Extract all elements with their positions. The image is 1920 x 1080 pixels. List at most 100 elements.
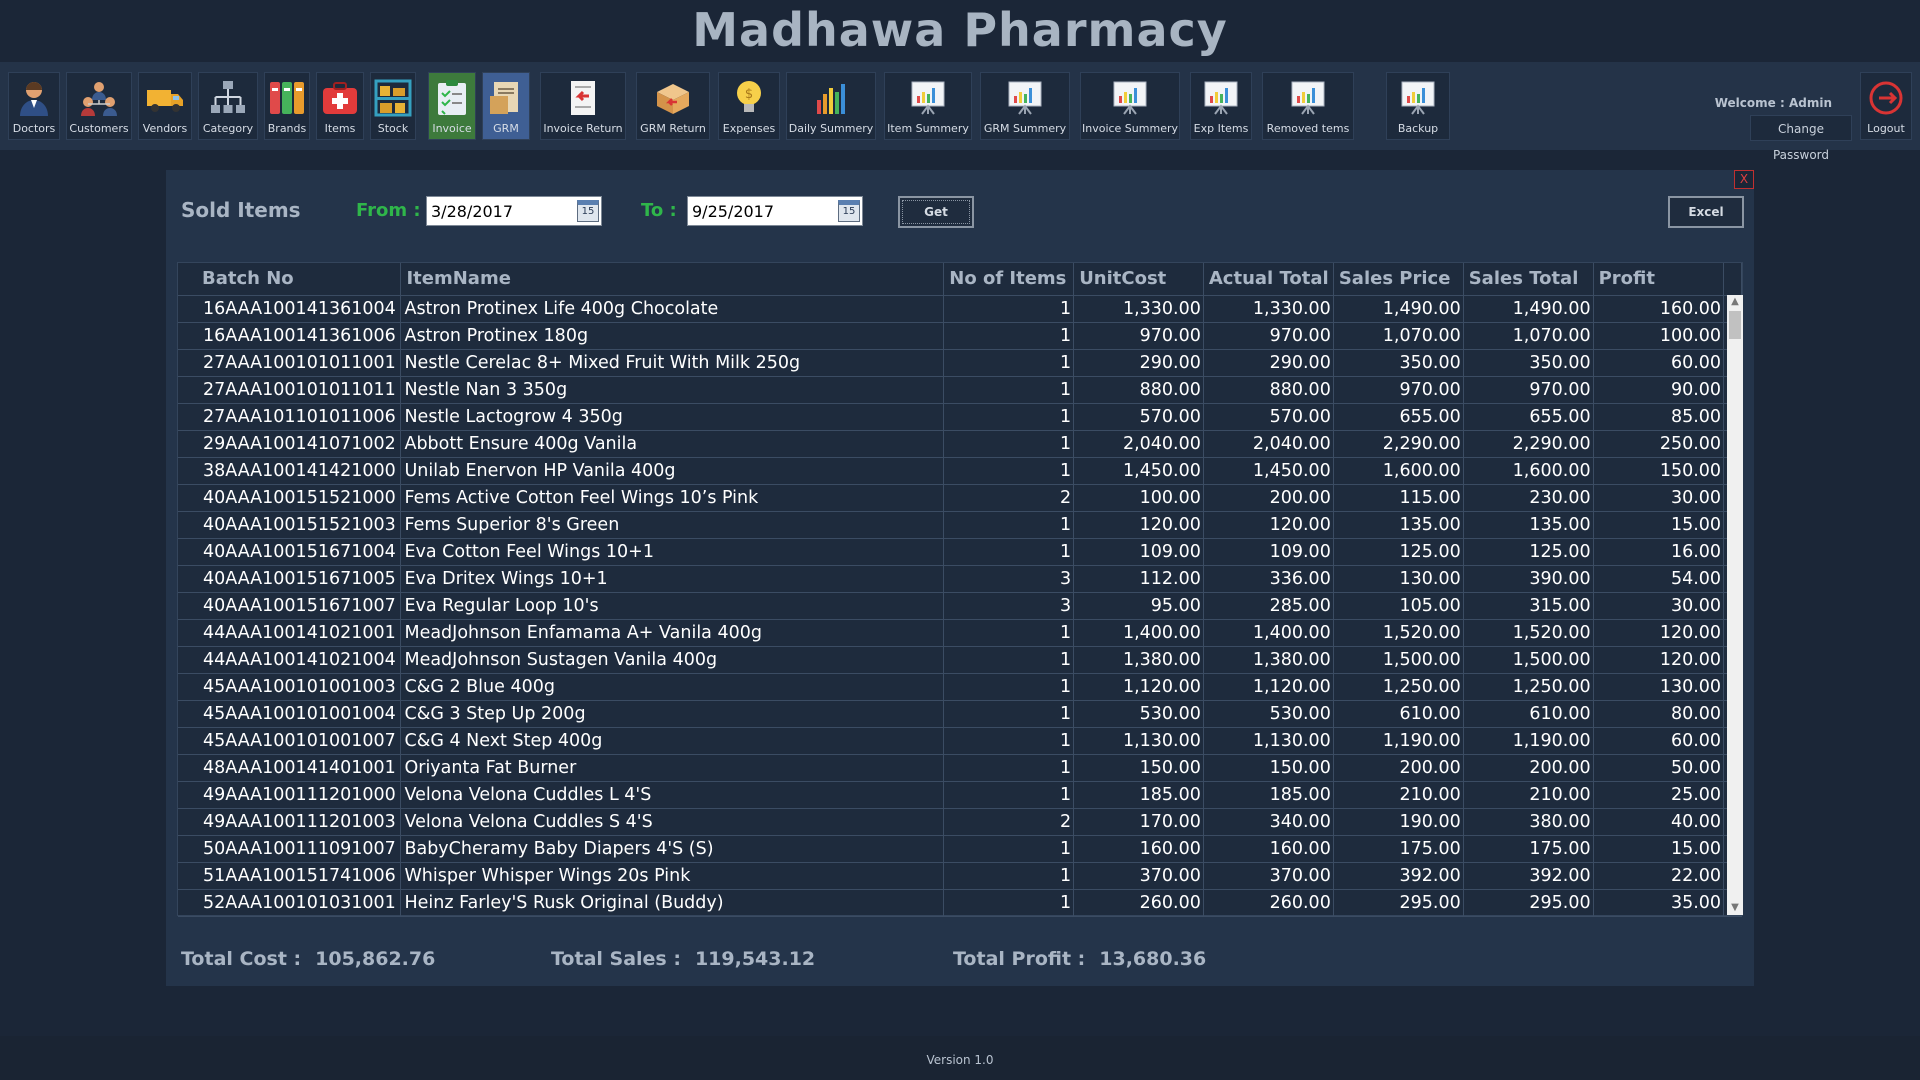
column-header[interactable]: Batch No bbox=[178, 263, 402, 296]
calendar-icon[interactable]: 15 bbox=[838, 200, 860, 222]
table-cell: 1,250.00 bbox=[1463, 673, 1594, 701]
table-row[interactable]: 49AAA100111201003 Velona Velona Cuddles S… bbox=[178, 808, 1742, 836]
column-header[interactable]: Actual Total bbox=[1203, 263, 1334, 296]
toolbar-stock-button[interactable]: Stock bbox=[370, 72, 416, 140]
toolbar-brands-button[interactable]: Brands bbox=[264, 72, 310, 140]
toolbar-category-button[interactable]: Category bbox=[198, 72, 258, 140]
toolbar-logout-button[interactable]: Logout bbox=[1860, 72, 1912, 140]
toolbar-vendors-button[interactable]: Vendors bbox=[138, 72, 192, 140]
scroll-down-arrow-icon[interactable]: ▼ bbox=[1727, 901, 1743, 915]
vertical-scrollbar[interactable]: ▲ ▼ bbox=[1727, 295, 1743, 915]
to-date-picker[interactable]: 15 bbox=[687, 196, 863, 226]
welcome-text: Welcome : Admin bbox=[1714, 96, 1832, 110]
table-row[interactable]: 40AAA100151521000 Fems Active Cotton Feel… bbox=[178, 484, 1742, 512]
table-row[interactable]: 48AAA100141401001 Oriyanta Fat Burner 1 150… bbox=[178, 754, 1742, 782]
table-row[interactable]: 27AAA100101011001 Nestle Cerelac 8+ Mixed… bbox=[178, 349, 1742, 377]
table-row[interactable]: 16AAA100141361006 Astron Protinex 180g 1 97… bbox=[178, 322, 1742, 350]
toolbar-expenses-button[interactable]: $ Expenses bbox=[718, 72, 780, 140]
table-cell: 1 bbox=[943, 322, 1075, 350]
table-row[interactable]: 45AAA100101001004 C&G 3 Step Up 200g 1 530.… bbox=[178, 700, 1742, 728]
toolbar-customers-button[interactable]: Customers bbox=[66, 72, 132, 140]
table-cell: 135.00 bbox=[1463, 511, 1594, 539]
table-cell: 1,450.00 bbox=[1073, 457, 1204, 485]
column-header[interactable]: UnitCost bbox=[1073, 263, 1204, 296]
table-cell: 50AAA100111091007 bbox=[178, 835, 402, 863]
toolbar-label: Backup bbox=[1397, 122, 1439, 135]
column-header[interactable]: ItemName bbox=[400, 263, 945, 296]
table-cell: Nestle Cerelac 8+ Mixed Fruit With Milk … bbox=[400, 349, 945, 377]
table-cell: 880.00 bbox=[1203, 376, 1334, 404]
scroll-thumb[interactable] bbox=[1729, 311, 1741, 339]
toolbar-invoice-return-button[interactable]: Invoice Return bbox=[540, 72, 626, 140]
table-cell: 1,600.00 bbox=[1463, 457, 1594, 485]
column-header[interactable]: Profit bbox=[1593, 263, 1725, 296]
toolbar-grm-button[interactable]: GRM bbox=[482, 72, 530, 140]
table-row[interactable]: 38AAA100141421000 Unilab Enervon HP Vanil… bbox=[178, 457, 1742, 485]
toolbar-item-summery-button[interactable]: Item Summery bbox=[884, 72, 972, 140]
doctor-icon bbox=[14, 78, 54, 118]
table-cell: 40AAA100151521003 bbox=[178, 511, 402, 539]
toolbar-daily-summery-button[interactable]: Daily Summery bbox=[786, 72, 876, 140]
table-row[interactable]: 40AAA100151521003 Fems Superior 8's Green… bbox=[178, 511, 1742, 539]
table-cell: 100.00 bbox=[1073, 484, 1204, 512]
column-header[interactable]: Sales Price bbox=[1333, 263, 1464, 296]
excel-export-button[interactable]: Excel bbox=[1668, 196, 1744, 228]
table-cell: 44AAA100141021001 bbox=[178, 619, 402, 647]
table-cell: 44AAA100141021004 bbox=[178, 646, 402, 674]
toolbar-label: Brands bbox=[267, 122, 307, 135]
table-row[interactable]: 49AAA100111201000 Velona Velona Cuddles L… bbox=[178, 781, 1742, 809]
table-cell: 185.00 bbox=[1073, 781, 1204, 809]
table-cell: 1,120.00 bbox=[1073, 673, 1204, 701]
toolbar-invoice-button[interactable]: Invoice bbox=[428, 72, 476, 140]
get-button[interactable]: Get bbox=[898, 196, 974, 228]
table-row[interactable]: 52AAA100101031001 Heinz Farley'S Rusk Ori… bbox=[178, 889, 1742, 917]
table-cell: Abbott Ensure 400g Vanila bbox=[400, 430, 945, 458]
table-header-row: Batch No ItemName No of Items UnitCost Actua… bbox=[178, 263, 1742, 296]
table-row[interactable]: 40AAA100151671005 Eva Dritex Wings 10+1 3 1… bbox=[178, 565, 1742, 593]
table-cell: 370.00 bbox=[1073, 862, 1204, 890]
table-row[interactable]: 29AAA100141071002 Abbott Ensure 400g Vani… bbox=[178, 430, 1742, 458]
toolbar-grm-return-button[interactable]: GRM Return bbox=[636, 72, 710, 140]
table-row[interactable]: 45AAA100101001007 C&G 4 Next Step 400g 1 1,… bbox=[178, 727, 1742, 755]
table-cell: 392.00 bbox=[1333, 862, 1464, 890]
toolbar-doctors-button[interactable]: Doctors bbox=[8, 72, 60, 140]
table-cell: 150.00 bbox=[1593, 457, 1725, 485]
table-cell: 1,070.00 bbox=[1463, 322, 1594, 350]
to-date-input[interactable] bbox=[690, 198, 836, 224]
table-row[interactable]: 51AAA100151741006 Whisper Whisper Wings 2… bbox=[178, 862, 1742, 890]
toolbar-exp-items-button[interactable]: Exp Items bbox=[1190, 72, 1252, 140]
column-header[interactable]: Sales Total bbox=[1463, 263, 1594, 296]
table-row[interactable]: 44AAA100141021004 MeadJohnson Sustagen Va… bbox=[178, 646, 1742, 674]
table-cell: 1,120.00 bbox=[1203, 673, 1334, 701]
toolbar-removed-tems-button[interactable]: Removed tems bbox=[1262, 72, 1354, 140]
from-label: From : bbox=[356, 200, 421, 221]
table-cell: 336.00 bbox=[1203, 565, 1334, 593]
table-row[interactable]: 50AAA100111091007 BabyCheramy Baby Diaper… bbox=[178, 835, 1742, 863]
scroll-up-arrow-icon[interactable]: ▲ bbox=[1727, 295, 1743, 309]
table-row[interactable]: 27AAA100101011011 Nestle Nan 3 350g 1 880.0… bbox=[178, 376, 1742, 404]
table-row[interactable]: 40AAA100151671007 Eva Regular Loop 10's 3 9… bbox=[178, 592, 1742, 620]
table-cell: 150.00 bbox=[1203, 754, 1334, 782]
table-cell: 2,040.00 bbox=[1073, 430, 1204, 458]
toolbar-items-button[interactable]: Items bbox=[316, 72, 364, 140]
table-row[interactable]: 44AAA100141021001 MeadJohnson Enfamama A+… bbox=[178, 619, 1742, 647]
table-row[interactable]: 45AAA100101001003 C&G 2 Blue 400g 1 1,120.0… bbox=[178, 673, 1742, 701]
table-cell: Nestle Nan 3 350g bbox=[400, 376, 945, 404]
calendar-icon[interactable]: 15 bbox=[577, 200, 599, 222]
table-row[interactable]: 27AAA101101011006 Nestle Lactogrow 4 350g… bbox=[178, 403, 1742, 431]
sold-items-grid[interactable]: Batch No ItemName No of Items UnitCost Actua… bbox=[177, 262, 1743, 917]
table-cell: 2,290.00 bbox=[1463, 430, 1594, 458]
from-date-picker[interactable]: 15 bbox=[426, 196, 602, 226]
toolbar-grm-summery-button[interactable]: GRM Summery bbox=[980, 72, 1070, 140]
table-row[interactable]: 16AAA100141361004 Astron Protinex Life 40… bbox=[178, 295, 1742, 323]
table-row[interactable]: 40AAA100151671004 Eva Cotton Feel Wings 1… bbox=[178, 538, 1742, 566]
change-password-button[interactable]: Change Password bbox=[1750, 115, 1852, 162]
close-button[interactable]: X bbox=[1734, 170, 1754, 189]
table-cell: 16AAA100141361006 bbox=[178, 322, 402, 350]
table-cell: 51AAA100151741006 bbox=[178, 862, 402, 890]
lightbulb-icon: $ bbox=[729, 78, 769, 118]
toolbar-invoice-summery-button[interactable]: Invoice Summery bbox=[1080, 72, 1180, 140]
toolbar-backup-button[interactable]: Backup bbox=[1386, 72, 1450, 140]
column-header[interactable]: No of Items bbox=[943, 263, 1075, 296]
from-date-input[interactable] bbox=[429, 198, 575, 224]
